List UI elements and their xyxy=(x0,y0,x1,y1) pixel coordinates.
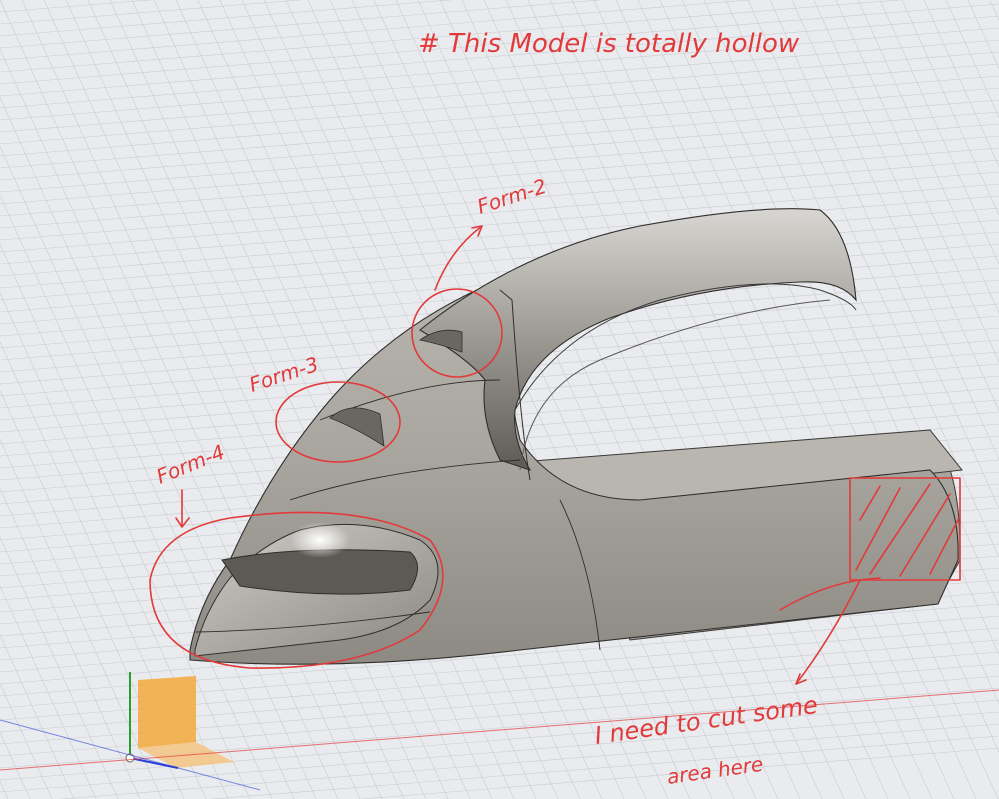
grid-line xyxy=(659,0,999,754)
grid-line xyxy=(483,0,845,799)
grid-line xyxy=(0,0,304,25)
annotation-title: # This Model is totally hollow xyxy=(418,29,800,59)
grid-line xyxy=(813,0,999,412)
grid-line xyxy=(835,0,999,363)
grid-line xyxy=(0,0,154,13)
grid-line xyxy=(0,99,999,181)
iron-model[interactable] xyxy=(189,208,963,665)
grid-line xyxy=(901,0,999,217)
grid-line xyxy=(791,0,999,461)
grid-line xyxy=(967,0,999,70)
annotation-form-2: Form-2 xyxy=(474,174,549,219)
grid-line xyxy=(527,0,889,799)
arrow-form-2 xyxy=(434,225,483,291)
annotation-form-3: Form-3 xyxy=(246,352,321,397)
annotation-note-line2: area here xyxy=(665,752,764,789)
grid-line xyxy=(0,438,163,799)
grid-line xyxy=(681,0,999,705)
grid-line xyxy=(637,0,999,799)
grid-line xyxy=(0,51,999,133)
grid-line xyxy=(0,87,999,169)
scene-canvas[interactable]: # This Model is totally hollow Form-2 Fo… xyxy=(0,0,999,799)
grid-line xyxy=(0,111,999,193)
markup-annotations: # This Model is totally hollow Form-2 Fo… xyxy=(149,29,961,789)
grid-line xyxy=(21,0,383,799)
grid-line xyxy=(505,0,867,799)
3d-viewport[interactable]: # This Model is totally hollow Form-2 Fo… xyxy=(0,0,999,799)
grid-line xyxy=(945,0,999,119)
grid-line xyxy=(358,747,999,799)
grid-line xyxy=(769,0,999,509)
grid-line xyxy=(615,0,977,799)
origin-axes-icon[interactable] xyxy=(125,672,234,769)
grid-line xyxy=(989,0,999,21)
grid-line xyxy=(0,145,295,799)
